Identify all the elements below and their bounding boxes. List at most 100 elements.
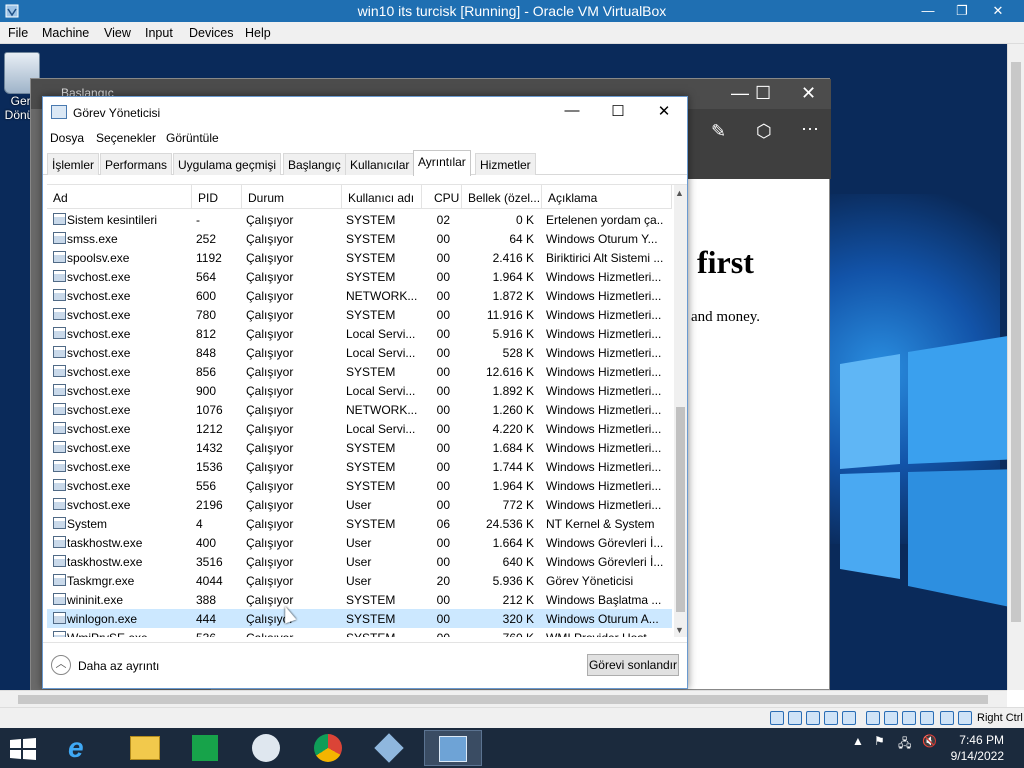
- taskbar-clock[interactable]: 7:46 PM 9/14/2022: [944, 732, 1004, 764]
- scroll-down-icon[interactable]: ▼: [675, 625, 684, 635]
- internet-explorer-icon[interactable]: e: [56, 730, 108, 766]
- process-icon: [53, 251, 66, 263]
- menu-machine[interactable]: Machine: [42, 26, 89, 40]
- table-row[interactable]: taskhostw.exe 3516 Çalışıyor User 00 640 K Win…: [47, 552, 672, 571]
- col-ad[interactable]: Ad: [47, 185, 192, 209]
- media-icon[interactable]: [240, 730, 292, 766]
- bg-minimize-icon[interactable]: —: [731, 83, 749, 104]
- bg-close-icon[interactable]: ✕: [801, 83, 816, 104]
- col-durum[interactable]: Durum: [242, 185, 342, 209]
- table-row[interactable]: svchost.exe 812 Çalışıyor Local Servi... 00 5…: [47, 324, 672, 343]
- tab-hizmetler[interactable]: Hizmetler: [475, 153, 536, 175]
- menu-devices[interactable]: Devices: [189, 26, 233, 40]
- tm-minimize-button[interactable]: —: [557, 102, 587, 119]
- start-icon[interactable]: [10, 738, 36, 760]
- flag-icon[interactable]: ⚑: [874, 734, 885, 748]
- tab-kullanicilar[interactable]: Kullanıcılar: [345, 153, 415, 175]
- process-icon: [53, 346, 66, 358]
- menu-dosya[interactable]: Dosya: [50, 131, 84, 145]
- virtualbox-vm-taskbar-icon[interactable]: [424, 730, 482, 766]
- col-pid[interactable]: PID: [192, 185, 242, 209]
- col-cpu[interactable]: CPU: [422, 185, 462, 209]
- table-scrollbar[interactable]: ▲ ▼: [674, 185, 687, 637]
- hdd-icon[interactable]: [770, 711, 784, 725]
- scroll-thumb[interactable]: [676, 407, 685, 612]
- show-hidden-icons-icon[interactable]: ▲: [852, 734, 864, 748]
- table-row[interactable]: WmiPrvSE.exe 536 Çalışıyor SYSTEM 00760 K WMI…: [47, 628, 672, 637]
- guest-desktop: Geri Dönüş Başlangıç — ☐ ✕ ✎ ⬡ ⋯ first a…: [0, 44, 1007, 690]
- restore-button[interactable]: ❐: [946, 0, 978, 22]
- menu-view[interactable]: View: [104, 26, 131, 40]
- virtualization-icon[interactable]: [920, 711, 934, 725]
- process-status: Çalışıyor: [246, 460, 294, 474]
- fewer-details-link[interactable]: Daha az ayrıntı: [78, 659, 159, 673]
- table-row[interactable]: winlogon.exe 444 Çalışıyor SYSTEM 00 320 K Win…: [47, 609, 672, 628]
- table-row[interactable]: taskhostw.exe 400 Çalışıyor User 00 1.664 K Wi…: [47, 533, 672, 552]
- more-icon[interactable]: ⋯: [801, 119, 819, 140]
- col-kullanici[interactable]: Kullanıcı adı: [342, 185, 422, 209]
- close-button[interactable]: ✕: [978, 0, 1018, 22]
- table-row[interactable]: svchost.exe 1432 Çalışıyor SYSTEM 00 1.684 K W…: [47, 438, 672, 457]
- table-row[interactable]: svchost.exe 1536 Çalışıyor SYSTEM 00 1.744 K W…: [47, 457, 672, 476]
- usb-icon[interactable]: [842, 711, 856, 725]
- table-row[interactable]: svchost.exe 564 Çalışıyor SYSTEM 00 1.964 K Wi…: [47, 267, 672, 286]
- chevron-up-icon[interactable]: ︿: [51, 655, 71, 675]
- table-row[interactable]: svchost.exe 856 Çalışıyor SYSTEM 00 12.616 K W…: [47, 362, 672, 381]
- mouse-integration-icon[interactable]: [940, 711, 954, 725]
- table-row[interactable]: wininit.exe 388 Çalışıyor SYSTEM 00 212 K Wind…: [47, 590, 672, 609]
- volume-muted-icon[interactable]: 🔇: [922, 734, 937, 748]
- process-icon: [53, 441, 66, 453]
- minimize-button[interactable]: —: [910, 0, 946, 22]
- tab-baslangic[interactable]: Başlangıç: [283, 153, 346, 175]
- table-row[interactable]: System 4 Çalışıyor SYSTEM 06 24.536 K NT Kerne…: [47, 514, 672, 533]
- table-row[interactable]: Taskmgr.exe 4044 Çalışıyor User 20 5.936 K Gör…: [47, 571, 672, 590]
- vbox-vertical-scrollbar[interactable]: [1007, 44, 1024, 690]
- table-row[interactable]: svchost.exe 600 Çalışıyor NETWORK... 00 1.872…: [47, 286, 672, 305]
- table-row[interactable]: svchost.exe 556 Çalışıyor SYSTEM 00 1.964 K Wi…: [47, 476, 672, 495]
- tab-performans[interactable]: Performans: [100, 153, 173, 175]
- audio-icon[interactable]: [806, 711, 820, 725]
- store-icon[interactable]: [178, 730, 230, 766]
- tab-ayrintilar[interactable]: Ayrıntılar: [413, 150, 471, 176]
- process-status: Çalışıyor: [246, 403, 294, 417]
- scroll-up-icon[interactable]: ▲: [675, 188, 684, 198]
- menu-goruntule[interactable]: Görüntüle: [166, 131, 219, 145]
- end-task-button[interactable]: Görevi sonlandır: [587, 654, 679, 676]
- virtualbox-taskbar-icon[interactable]: [362, 730, 414, 766]
- table-row[interactable]: svchost.exe 2196 Çalışıyor User 00 772 K Windo…: [47, 495, 672, 514]
- bg-maximize-icon[interactable]: ☐: [755, 83, 771, 104]
- vbox-vscroll-thumb[interactable]: [1011, 62, 1021, 622]
- network-icon[interactable]: [824, 711, 838, 725]
- keyboard-capture-icon[interactable]: [958, 711, 972, 725]
- notes-icon[interactable]: ✎: [711, 121, 726, 142]
- shared-folders-icon[interactable]: [866, 711, 880, 725]
- table-row[interactable]: smss.exe 252 Çalışıyor SYSTEM 00 64 K Windows …: [47, 229, 672, 248]
- menu-file[interactable]: File: [8, 26, 28, 40]
- video-capture-icon[interactable]: [902, 711, 916, 725]
- process-status: Çalışıyor: [246, 384, 294, 398]
- menu-secenekler[interactable]: Seçenekler: [96, 131, 156, 145]
- tm-close-button[interactable]: ✕: [649, 102, 679, 120]
- table-row[interactable]: svchost.exe 848 Çalışıyor Local Servi... 00 5…: [47, 343, 672, 362]
- vbox-hscroll-thumb[interactable]: [18, 695, 988, 704]
- chrome-icon[interactable]: [302, 730, 354, 766]
- network-tray-icon[interactable]: 🖧: [898, 734, 911, 755]
- file-explorer-icon[interactable]: [118, 730, 170, 766]
- menu-help[interactable]: Help: [245, 26, 271, 40]
- tab-islemler[interactable]: İşlemler: [47, 153, 100, 175]
- tm-maximize-button[interactable]: ☐: [603, 102, 633, 120]
- table-row[interactable]: Sistem kesintileri - Çalışıyor SYSTEM 02 0 K E…: [47, 210, 672, 229]
- tab-uygulama-gecmisi[interactable]: Uygulama geçmişi: [173, 153, 282, 175]
- table-row[interactable]: svchost.exe 1076 Çalışıyor NETWORK... 00 1.26…: [47, 400, 672, 419]
- col-aciklama[interactable]: Açıklama: [542, 185, 672, 209]
- menu-input[interactable]: Input: [145, 26, 173, 40]
- table-row[interactable]: svchost.exe 1212 Çalışıyor Local Servi... 00…: [47, 419, 672, 438]
- table-row[interactable]: svchost.exe 780 Çalışıyor SYSTEM 00 11.916 K W…: [47, 305, 672, 324]
- table-row[interactable]: spoolsv.exe 1192 Çalışıyor SYSTEM 00 2.416 K B…: [47, 248, 672, 267]
- table-row[interactable]: svchost.exe 900 Çalışıyor Local Servi... 00 1…: [47, 381, 672, 400]
- display-icon[interactable]: [884, 711, 898, 725]
- vbox-horizontal-scrollbar[interactable]: [0, 690, 1007, 707]
- optical-drive-icon[interactable]: [788, 711, 802, 725]
- share-icon[interactable]: ⬡: [756, 121, 772, 142]
- col-bellek[interactable]: Bellek (özel...: [462, 185, 542, 209]
